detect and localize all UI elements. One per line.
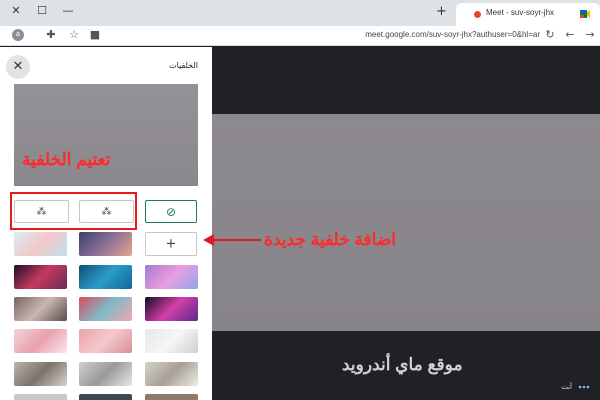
maximize-window-icon[interactable]: ☐ (34, 3, 50, 19)
close-window-icon[interactable]: ✕ (8, 3, 24, 19)
close-panel-button[interactable]: ✕ (6, 55, 30, 79)
no-effect-icon: ⊘ (165, 204, 177, 219)
bg-thumb-aqua-water[interactable] (79, 265, 132, 289)
bg-thumb-pink-grid[interactable] (79, 329, 132, 353)
recording-dot-icon (474, 11, 481, 18)
blur-slight-icon: ⁂ (101, 206, 112, 217)
panel-title: الخلفيات (169, 61, 198, 70)
bg-thumb-row-partial-2[interactable] (79, 394, 132, 400)
back-icon[interactable]: → (583, 28, 597, 42)
blur-slight-button[interactable]: ⁂ (79, 200, 134, 223)
self-video-tile (212, 114, 600, 331)
bg-thumb-office[interactable] (79, 362, 132, 386)
bg-thumb-pink-lightning[interactable] (14, 265, 67, 289)
blur-strong-button[interactable]: ⁂ (14, 200, 69, 223)
bg-thumb-living-room[interactable] (14, 362, 67, 386)
audio-level-icon (578, 385, 590, 389)
bookmark-star-icon[interactable]: ☆ (67, 28, 81, 42)
bg-thumb-sunset-sky[interactable] (79, 232, 132, 256)
video-stage (212, 47, 600, 400)
google-meet-icon (580, 10, 590, 18)
plus-icon: + (165, 236, 177, 252)
bg-thumb-row-partial-3[interactable] (145, 394, 198, 400)
bg-thumb-row-partial-1[interactable] (14, 394, 67, 400)
bg-thumb-beach[interactable] (14, 232, 67, 256)
new-background-annotation: اضافة خلفية جديدة (264, 230, 396, 249)
self-name-label: أنت (561, 384, 572, 391)
bg-thumb-blossoms[interactable] (14, 329, 67, 353)
new-tab-button[interactable]: + (436, 4, 447, 19)
bg-thumb-white-room[interactable] (145, 329, 198, 353)
add-background-button[interactable]: + (145, 232, 197, 256)
bg-thumb-pebbles[interactable] (14, 297, 67, 321)
blur-strong-icon: ⁂ (36, 206, 47, 217)
address-bar[interactable]: meet.google.com/suv-soyr-jhx?authuser=0&… (300, 30, 540, 39)
tab-title: Meet - suv-soyr-jhx (486, 8, 555, 17)
browser-tab-meet[interactable]: Meet - suv-soyr-jhx (456, 3, 600, 26)
bg-thumb-galaxy[interactable] (145, 297, 198, 321)
browser-toolbar: a ✚ ☆ ■ meet.google.com/suv-soyr-jhx?aut… (0, 26, 600, 46)
backgrounds-panel: ✕ الخلفيات تعتيم الخلفية ⁂ ⁂ ⊘ + (0, 47, 212, 400)
bg-thumb-purple-sky[interactable] (145, 265, 198, 289)
minimize-window-icon[interactable]: — (60, 3, 76, 19)
bg-thumb-kitchen[interactable] (145, 362, 198, 386)
no-effect-button[interactable]: ⊘ (145, 200, 197, 223)
forward-icon[interactable]: ← (563, 28, 577, 42)
annotation-arrow-icon (203, 234, 261, 246)
profile-avatar[interactable]: a (12, 29, 24, 41)
bg-thumb-flowers[interactable] (79, 297, 132, 321)
site-watermark: موقع ماي أندرويد (342, 355, 463, 374)
self-preview (14, 84, 198, 186)
blur-annotation: تعتيم الخلفية (22, 150, 111, 169)
reload-icon[interactable]: ↻ (543, 28, 557, 42)
browser-title-bar: ✕ ☐ — + Meet - suv-soyr-jhx (0, 0, 600, 26)
camera-indicator-icon[interactable]: ■ (88, 28, 102, 42)
extensions-icon[interactable]: ✚ (44, 28, 58, 42)
